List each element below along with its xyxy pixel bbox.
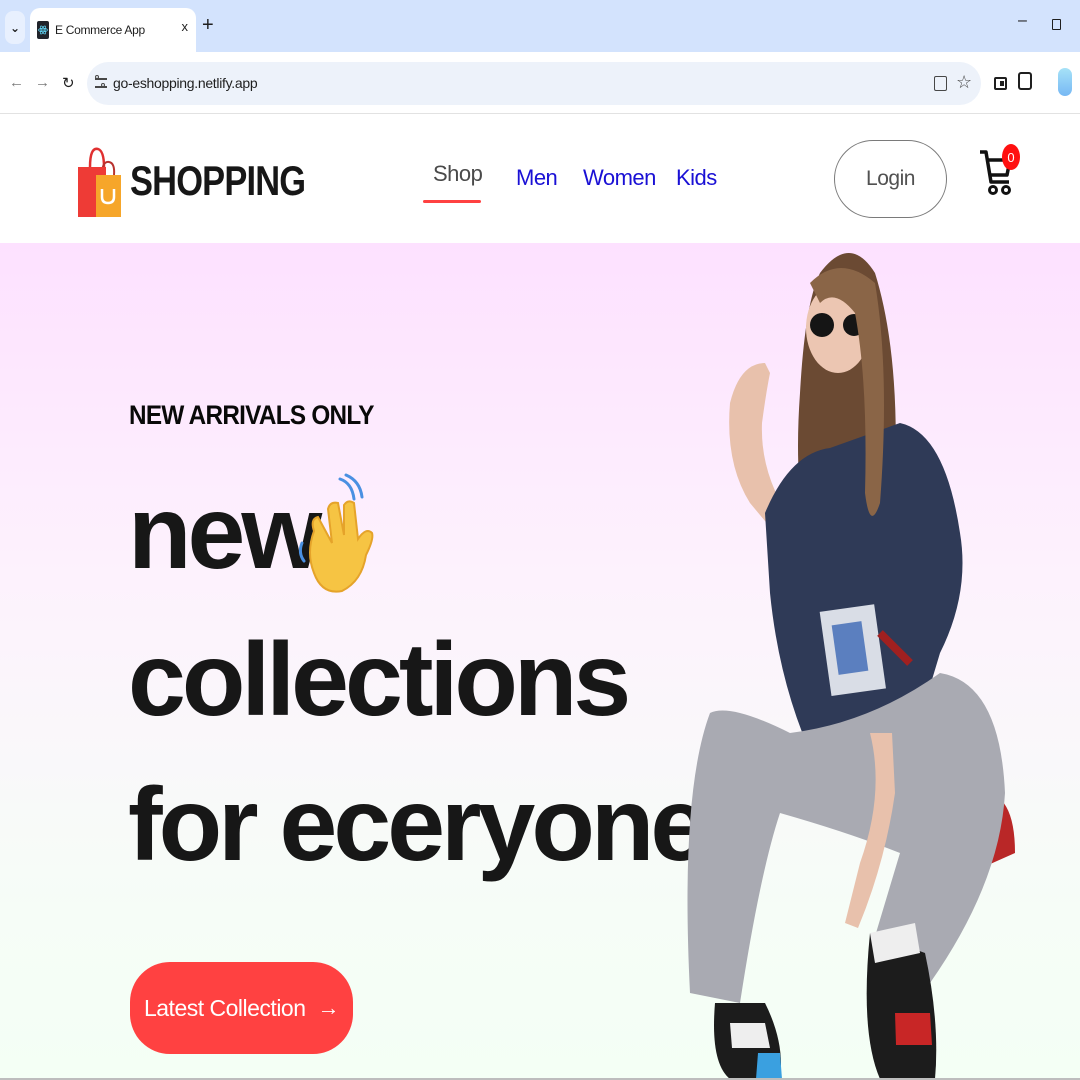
nav-women[interactable]: Women	[583, 165, 656, 191]
nav-shop[interactable]: Shop	[433, 161, 483, 187]
extensions-icon[interactable]	[1018, 72, 1032, 90]
bookmark-star-icon[interactable]: ☆	[956, 72, 972, 93]
site-navbar: SHOPPING Shop Men Women Kids Login 0	[0, 115, 1080, 243]
url-text[interactable]: go-eshopping.netlify.app	[113, 75, 258, 91]
cta-label: Latest Collection	[143, 994, 306, 1021]
minimize-button[interactable]: –	[1018, 12, 1027, 30]
hero-title-line-1: new	[128, 475, 322, 591]
restore-button[interactable]	[1052, 19, 1061, 30]
latest-collection-button[interactable]: Latest Collection →	[130, 962, 353, 1054]
active-nav-indicator	[423, 200, 481, 203]
react-favicon-icon	[37, 21, 49, 39]
tab-title: E Commerce App	[55, 23, 145, 37]
hero-title-line-2: collections	[128, 622, 631, 738]
browser-tab-strip: ⌄ E Commerce App x + –	[0, 0, 1080, 52]
site-settings-icon[interactable]	[95, 75, 107, 91]
browser-toolbar: ← → ↻ go-eshopping.netlify.app ☆	[0, 52, 1080, 114]
tab-close-icon[interactable]: x	[182, 19, 189, 34]
login-button[interactable]: Login	[834, 140, 947, 218]
forward-icon[interactable]: →	[35, 74, 50, 91]
nav-kids[interactable]: Kids	[676, 165, 717, 191]
hero-title-line-3: for eceryone	[128, 767, 708, 883]
browser-tab[interactable]: E Commerce App x	[30, 8, 196, 52]
cart-count-badge: 0	[1002, 144, 1020, 170]
waving-hand-icon	[298, 473, 374, 593]
reload-icon[interactable]: ↻	[62, 74, 75, 92]
brand-name[interactable]: SHOPPING	[130, 157, 306, 205]
nav-men[interactable]: Men	[516, 165, 558, 191]
shopping-bag-logo-icon[interactable]	[78, 145, 122, 217]
hero-kicker: NEW ARRIVALS ONLY	[129, 400, 374, 430]
install-icon[interactable]	[934, 76, 947, 91]
address-bar[interactable]: go-eshopping.netlify.app ☆	[87, 62, 981, 105]
new-tab-button[interactable]: +	[202, 13, 214, 37]
side-panel-icon[interactable]	[994, 77, 1007, 90]
hero-model-image	[687, 253, 1015, 1079]
tab-menu-icon[interactable]: ⌄	[5, 11, 25, 44]
profile-avatar[interactable]	[1058, 68, 1072, 96]
hero-section: NEW ARRIVALS ONLY new collections for ec…	[0, 243, 1080, 1079]
arrow-right-icon: →	[317, 995, 340, 1020]
back-icon[interactable]: ←	[9, 74, 24, 91]
